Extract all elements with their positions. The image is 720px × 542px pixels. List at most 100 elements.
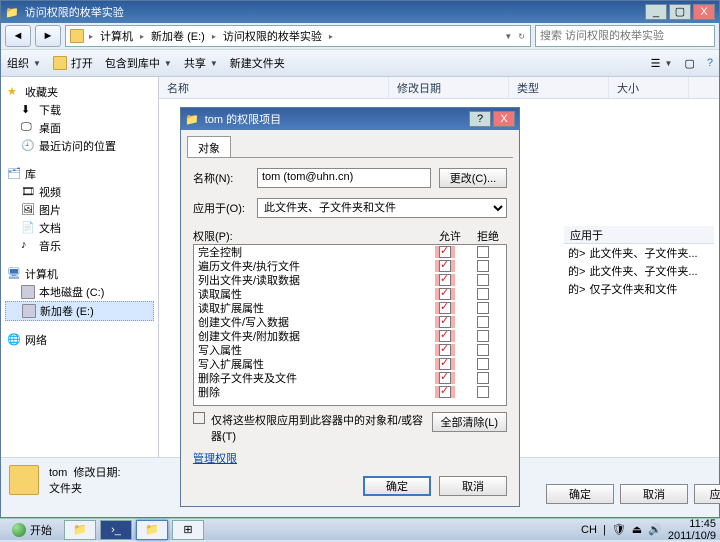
deny-checkbox[interactable] [477,274,489,286]
forward-button[interactable]: ► [35,25,61,47]
ok-button[interactable]: 确定 [363,476,431,496]
windows-orb-icon [12,523,26,537]
refresh-icon[interactable]: ↻ [517,32,526,41]
chevron-right-icon[interactable]: ▸ [139,32,145,41]
taskbar-app[interactable]: ⊞ [172,520,204,540]
col-type[interactable]: 类型 [509,77,609,98]
allow-checkbox[interactable] [439,246,451,258]
chevron-right-icon[interactable]: ▸ [88,32,94,41]
start-button[interactable]: 开始 [4,520,60,540]
back-button[interactable]: ◄ [5,25,31,47]
deny-checkbox[interactable] [477,302,489,314]
apply-to-select[interactable]: 此文件夹、子文件夹和文件 [257,198,507,218]
taskbar-explorer[interactable]: 📁 [64,520,96,540]
change-button[interactable]: 更改(C)... [439,168,507,188]
allow-checkbox[interactable] [439,330,451,342]
organize-button[interactable]: 组织▼ [7,55,41,71]
chevron-down-icon[interactable]: ▼ [503,32,513,41]
close-button[interactable]: X [693,4,715,20]
help-button[interactable]: ? [707,57,713,69]
deny-checkbox[interactable] [477,246,489,258]
chevron-right-icon[interactable]: ▸ [328,32,334,41]
deny-checkbox[interactable] [477,288,489,300]
tree-recent[interactable]: 🕘最近访问的位置 [5,137,154,155]
allow-checkbox[interactable] [439,372,451,384]
deny-checkbox[interactable] [477,344,489,356]
share-button[interactable]: 共享▼ [184,55,218,71]
sel-name: tom [49,467,67,479]
allow-checkbox[interactable] [439,344,451,356]
only-container-checkbox[interactable] [193,412,205,424]
perm-close-button[interactable]: X [493,111,515,127]
manage-permissions-link[interactable]: 管理权限 [193,450,507,466]
col-size[interactable]: 大小 [609,77,689,98]
tree-documents[interactable]: 📄文档 [5,219,154,237]
applied-to-row[interactable]: 的>此文件夹、子文件夹... [564,244,714,262]
under-cancel-button[interactable]: 取消 [620,484,688,504]
chevron-right-icon[interactable]: ▸ [211,32,217,41]
favorites-node[interactable]: ★收藏夹 [5,83,154,101]
under-apply-button[interactable]: 应用(A) [694,484,720,504]
allow-checkbox[interactable] [439,302,451,314]
lang-indicator[interactable]: CH [581,524,597,536]
taskbar-powershell[interactable]: ›_ [100,520,132,540]
crumb-drive[interactable]: 新加卷 (E:) [149,28,207,44]
view-button[interactable]: ☰▼ [651,57,673,70]
allow-checkbox[interactable] [439,274,451,286]
search-box[interactable] [535,25,715,47]
tree-videos[interactable]: 🎞视频 [5,183,154,201]
applied-to-row[interactable]: 的>仅子文件夹和文件 [564,280,714,298]
search-input[interactable] [540,30,710,42]
breadcrumb[interactable]: ▸ 计算机 ▸ 新加卷 (E:) ▸ 访问权限的枚举实验 ▸ ▼ ↻ [65,25,531,47]
cancel-button[interactable]: 取消 [439,476,507,496]
allow-checkbox[interactable] [439,358,451,370]
tray-icon[interactable]: ⏏ [632,523,642,536]
crumb-computer[interactable]: 计算机 [98,28,135,44]
tree-downloads[interactable]: ⬇下载 [5,101,154,119]
col-date[interactable]: 修改日期 [389,77,509,98]
deny-checkbox[interactable] [477,386,489,398]
allow-checkbox[interactable] [439,316,451,328]
name-label: 名称(N): [193,170,249,186]
maximize-button[interactable]: ▢ [669,4,691,20]
network-node[interactable]: 🌐网络 [5,331,154,349]
system-tray[interactable]: CH | 🛡 ⏏ 🔊 11:45 2011/10/9 [581,518,716,542]
allow-checkbox[interactable] [439,260,451,272]
deny-checkbox[interactable] [477,260,489,272]
tree-pictures[interactable]: 🖼图片 [5,201,154,219]
libraries-node[interactable]: 🗂库 [5,165,154,183]
clear-all-button[interactable]: 全部清除(L) [432,412,507,432]
under-ok-button[interactable]: 确定 [546,484,614,504]
perm-help-button[interactable]: ? [469,111,491,127]
deny-checkbox[interactable] [477,316,489,328]
include-button[interactable]: 包含到库中▼ [105,55,172,71]
deny-checkbox[interactable] [477,358,489,370]
applied-to-row[interactable]: 的>此文件夹、子文件夹... [564,262,714,280]
tree-drive-e[interactable]: 新加卷 (E:) [5,301,154,321]
video-icon: 🎞 [21,185,35,199]
deny-checkbox[interactable] [477,372,489,384]
titlebar[interactable]: 📁 访问权限的枚举实验 _ ▢ X [1,1,719,23]
allow-checkbox[interactable] [439,386,451,398]
tray-icon[interactable]: 🔊 [648,523,662,536]
preview-button[interactable]: ▢ [684,57,694,70]
tab-object[interactable]: 对象 [187,136,231,157]
tree-desktop[interactable]: 🖵桌面 [5,119,154,137]
permission-list[interactable]: 完全控制遍历文件夹/执行文件列出文件夹/读取数据读取属性读取扩展属性创建文件/写… [193,244,507,406]
clock-time[interactable]: 11:45 [668,518,716,530]
newfolder-button[interactable]: 新建文件夹 [230,55,285,71]
open-button[interactable]: 打开 [53,55,93,71]
tray-icon[interactable]: 🛡 [612,523,626,536]
crumb-folder[interactable]: 访问权限的枚举实验 [221,28,324,44]
applied-to-header[interactable]: 应用于 [564,226,714,244]
taskbar-active-explorer[interactable]: 📁 [136,520,168,540]
folder-icon [9,465,39,495]
allow-checkbox[interactable] [439,288,451,300]
tree-music[interactable]: ♪音乐 [5,237,154,255]
deny-checkbox[interactable] [477,330,489,342]
perm-titlebar[interactable]: 📁 tom 的权限项目 ? X [181,108,519,130]
col-name[interactable]: 名称 [159,77,389,98]
minimize-button[interactable]: _ [645,4,667,20]
computer-node[interactable]: 🖥计算机 [5,265,154,283]
tree-drive-c[interactable]: 本地磁盘 (C:) [5,283,154,301]
